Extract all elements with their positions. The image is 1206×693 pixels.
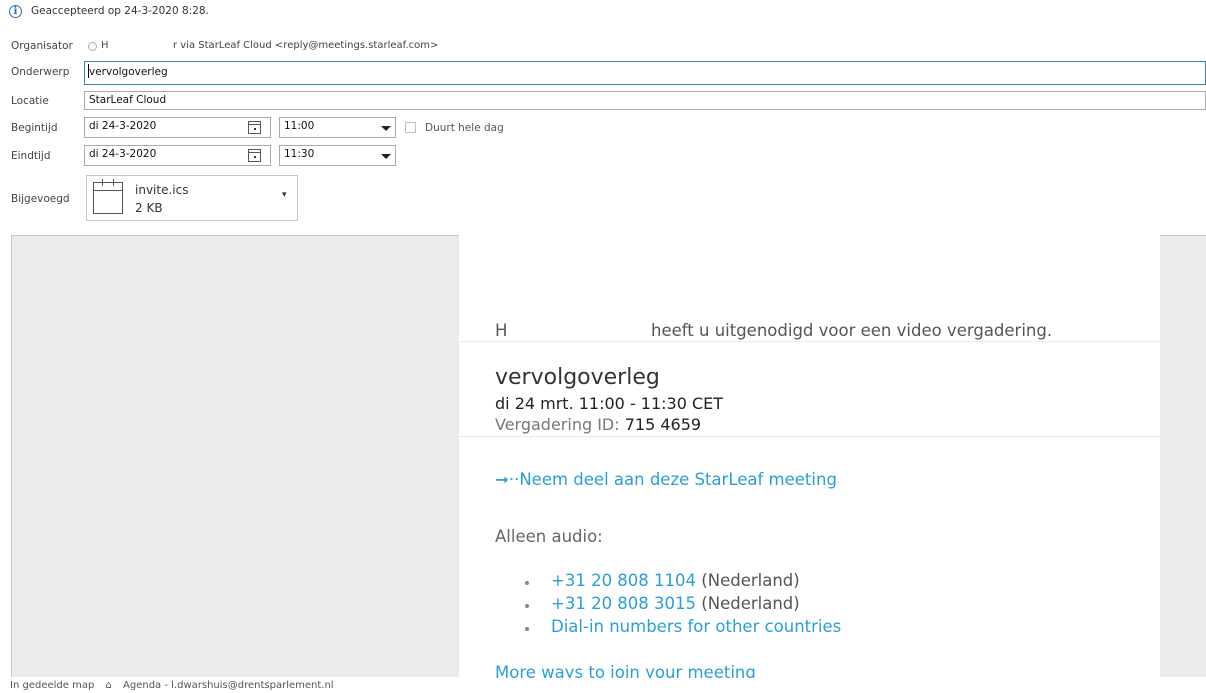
- subject-input[interactable]: vervolgoverleg: [84, 61, 1206, 85]
- phone-number-link[interactable]: +31 20 808 1104: [551, 571, 696, 590]
- end-label: Eindtijd: [11, 150, 51, 162]
- meeting-id-value: 715 4659: [624, 415, 702, 434]
- divider: [459, 436, 1160, 437]
- subject-label: Onderwerp: [11, 66, 70, 78]
- end-date-value: di 24-3-2020: [89, 148, 157, 160]
- start-time-select[interactable]: 11:00: [279, 117, 396, 138]
- audio-heading: Alleen audio:: [495, 527, 603, 546]
- organizer-name[interactable]: H: [101, 40, 109, 51]
- organizer-label: Organisator: [11, 40, 73, 52]
- phone-number-link[interactable]: +31 20 808 3015: [551, 594, 696, 613]
- all-day-label: Duurt hele dag: [425, 122, 504, 134]
- list-bullet: [525, 627, 529, 631]
- text-caret: [88, 64, 89, 78]
- meeting-time: di 24 mrt. 11:00 - 11:30 CET: [495, 394, 724, 413]
- attachment-file-name: invite.ics: [135, 183, 189, 197]
- join-meeting-link[interactable]: ➞··Neem deel aan deze StarLeaf meeting: [495, 470, 837, 489]
- calendar-location[interactable]: Agenda - l.dwarshuis@drentsparlement.nl: [123, 680, 334, 691]
- attachment-menu-icon[interactable]: ▾: [282, 190, 287, 200]
- all-day-checkbox[interactable]: [405, 122, 416, 133]
- chevron-down-icon[interactable]: [381, 126, 391, 131]
- attached-label: Bijgevoegd: [11, 193, 70, 205]
- folder-icon: ⌂: [105, 680, 112, 691]
- calendar-icon[interactable]: [248, 121, 261, 134]
- end-date-input[interactable]: di 24-3-2020: [84, 145, 271, 166]
- start-date-input[interactable]: di 24-3-2020: [84, 117, 271, 138]
- location-label: Locatie: [11, 95, 49, 107]
- arrow-right-icon: ➞··: [495, 470, 520, 489]
- footer-bar: In gedeelde map ⌂ Agenda - l.dwarshuis@d…: [10, 680, 334, 691]
- presence-icon: [88, 42, 97, 51]
- phone-item-1: +31 20 808 1104 (Nederland): [551, 571, 800, 590]
- inviter-name: H: [495, 321, 508, 340]
- attachment-invite-ics[interactable]: invite.ics 2 KB ▾: [86, 175, 298, 221]
- end-time-select[interactable]: 11:30: [279, 145, 396, 166]
- list-bullet: [525, 581, 529, 585]
- end-time-value: 11:30: [284, 148, 315, 160]
- calendar-icon[interactable]: [248, 149, 261, 162]
- start-time-value: 11:00: [284, 120, 315, 132]
- attachment-file-size: 2 KB: [135, 201, 163, 215]
- phone-country: (Nederland): [701, 594, 800, 613]
- shared-folder-label: In gedeelde map: [10, 680, 95, 691]
- dial-in-numbers-link[interactable]: Dial-in numbers for other countries: [551, 617, 841, 636]
- invite-text: heeft u uitgenodigd voor een video verga…: [651, 321, 1053, 340]
- subject-value: vervolgoverleg: [89, 66, 168, 78]
- phone-item-2: +31 20 808 3015 (Nederland): [551, 594, 800, 613]
- logo-area: [459, 235, 709, 290]
- accepted-status-text: Geaccepteerd op 24-3-2020 8:28.: [31, 5, 209, 17]
- organizer-via[interactable]: r via StarLeaf Cloud <reply@meetings.sta…: [173, 40, 438, 51]
- meeting-id-line: Vergadering ID: 715 4659: [495, 415, 701, 434]
- calendar-file-icon: [93, 179, 123, 214]
- meeting-id-label: Vergadering ID:: [495, 415, 620, 434]
- meeting-title: vervolgoverleg: [495, 365, 660, 390]
- phone-country: (Nederland): [701, 571, 800, 590]
- info-icon: i: [9, 5, 22, 18]
- location-input[interactable]: StarLeaf Cloud: [84, 91, 1206, 110]
- chevron-down-icon[interactable]: [381, 154, 391, 159]
- join-link-text: Neem deel aan deze StarLeaf meeting: [519, 470, 837, 489]
- more-ways-link[interactable]: More ways to join your meeting: [495, 663, 756, 678]
- list-bullet: [525, 604, 529, 608]
- mail-body: H heeft u uitgenodigd voor een video ver…: [459, 235, 1160, 678]
- divider: [459, 341, 1160, 342]
- start-label: Begintijd: [11, 122, 58, 134]
- start-date-value: di 24-3-2020: [89, 120, 157, 132]
